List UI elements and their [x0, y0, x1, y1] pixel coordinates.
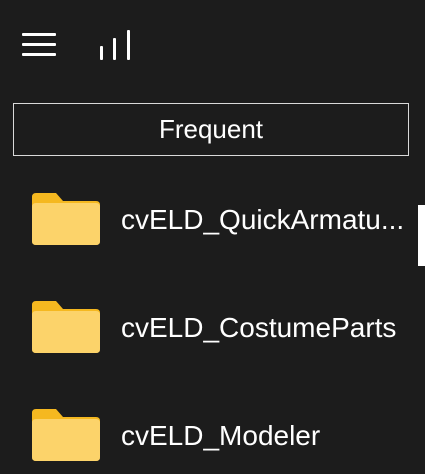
folder-icon: [30, 191, 102, 247]
folder-name: cvELD_QuickArmatu...: [121, 204, 405, 235]
quick-access-panel: Frequent cvELD_QuickArmatu... cvELD_Cost…: [0, 0, 425, 474]
top-toolbar: [0, 0, 425, 92]
hamburger-menu-icon[interactable]: [22, 31, 56, 57]
folder-name: cvELD_Modeler: [121, 420, 321, 451]
folder-icon: [30, 407, 102, 463]
list-item[interactable]: cvELD_Modeler: [0, 384, 418, 474]
list-item[interactable]: cvELD_CostumeParts: [0, 276, 418, 384]
folder-icon: [30, 299, 102, 355]
folder-name: cvELD_CostumeParts: [121, 312, 397, 343]
frequent-button[interactable]: Frequent: [13, 103, 409, 156]
list-item[interactable]: cvELD_QuickArmatu...: [0, 168, 418, 276]
bar-chart-icon[interactable]: [98, 28, 138, 62]
scrollbar-thumb[interactable]: [418, 205, 425, 266]
